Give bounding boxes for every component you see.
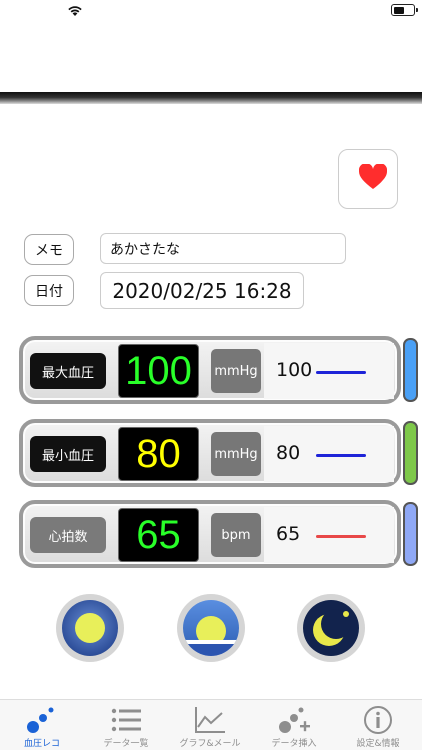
diastolic-value: 80 <box>276 442 301 464</box>
tab-record-label: 血圧レコ <box>23 739 60 749</box>
battery-tip <box>416 8 418 12</box>
systolic-label: 最大血圧 <box>41 365 94 381</box>
date-value: 2020/02/25 16:28 <box>112 278 292 303</box>
systolic-value-area: 100 <box>264 343 394 399</box>
morning-button[interactable] <box>56 594 124 662</box>
evening-button[interactable] <box>177 594 245 662</box>
moon-icon <box>313 609 351 646</box>
diastolic-line-marker <box>316 454 366 457</box>
battery-icon <box>391 4 415 16</box>
systolic-unit-label: mmHg <box>214 363 258 379</box>
tab-record[interactable]: 血圧レコ <box>0 700 84 750</box>
tab-bar: 血圧レコ データ一覧 グラフ&メール データ挿入 設定&情報 <box>0 699 422 750</box>
pulse-line-marker <box>316 535 366 538</box>
diastolic-value-area: 80 <box>264 426 394 482</box>
pulse-unit: bpm <box>211 513 261 557</box>
memo-label-button[interactable]: メモ <box>24 234 74 265</box>
systolic-line-marker <box>316 371 366 374</box>
date-label: 日付 <box>35 283 63 300</box>
graph-icon <box>195 707 225 733</box>
memo-value: あかさたな <box>110 241 180 258</box>
diastolic-unit: mmHg <box>211 432 261 476</box>
favorite-button[interactable] <box>338 149 398 209</box>
systolic-row[interactable]: 最大血圧 100 mmHg 100 <box>19 336 401 404</box>
pulse-label-button[interactable]: 心拍数 <box>30 517 106 553</box>
systolic-display[interactable]: 100 <box>118 344 199 398</box>
sun-icon <box>75 613 105 643</box>
tab-data-list-label: データ一覧 <box>103 739 149 749</box>
tab-settings-info[interactable]: 設定&情報 <box>336 700 420 750</box>
systolic-value: 100 <box>276 359 313 381</box>
heart-icon <box>359 164 387 189</box>
date-label-button[interactable]: 日付 <box>24 275 74 306</box>
pulse-row[interactable]: 心拍数 65 bpm 65 <box>19 500 401 568</box>
diastolic-label-button[interactable]: 最小血圧 <box>30 436 106 472</box>
diastolic-unit-label: mmHg <box>214 446 258 462</box>
tab-graph-mail[interactable]: グラフ&メール <box>168 700 252 750</box>
wifi-icon <box>68 6 82 16</box>
pulse-value-area: 65 <box>264 507 394 563</box>
systolic-unit: mmHg <box>211 349 261 393</box>
info-icon <box>364 706 392 734</box>
tab-data-list[interactable]: データ一覧 <box>84 700 168 750</box>
header-divider <box>0 92 422 104</box>
insert-data-icon <box>279 707 310 733</box>
pulse-value: 65 <box>276 523 301 545</box>
date-input[interactable]: 2020/02/25 16:28 <box>100 272 304 309</box>
diastolic-display[interactable]: 80 <box>118 427 199 481</box>
tab-data-insert-label: データ挿入 <box>271 739 317 749</box>
pulse-display[interactable]: 65 <box>118 508 199 562</box>
pulse-unit-label: bpm <box>221 527 251 543</box>
record-dots-icon <box>27 707 54 733</box>
systolic-label-button[interactable]: 最大血圧 <box>30 353 106 389</box>
sunset-icon <box>183 616 239 656</box>
memo-input[interactable]: あかさたな <box>100 233 346 264</box>
memo-label: メモ <box>35 242 63 259</box>
diastolic-label: 最小血圧 <box>41 448 94 464</box>
app-screen: メモ あかさたな 日付 2020/02/25 16:28 最大血圧 100 mm… <box>0 0 422 750</box>
tab-settings-info-label: 設定&情報 <box>356 739 400 749</box>
systolic-side-indicator[interactable] <box>403 338 418 402</box>
night-button[interactable] <box>297 594 365 662</box>
diastolic-side-indicator[interactable] <box>403 421 418 485</box>
tab-graph-mail-label: グラフ&メール <box>179 739 241 749</box>
status-bar <box>0 0 422 22</box>
pulse-side-indicator[interactable] <box>403 502 418 566</box>
diastolic-row[interactable]: 最小血圧 80 mmHg 80 <box>19 419 401 487</box>
tab-data-insert[interactable]: データ挿入 <box>252 700 336 750</box>
list-icon <box>111 708 141 732</box>
pulse-label: 心拍数 <box>48 529 88 545</box>
